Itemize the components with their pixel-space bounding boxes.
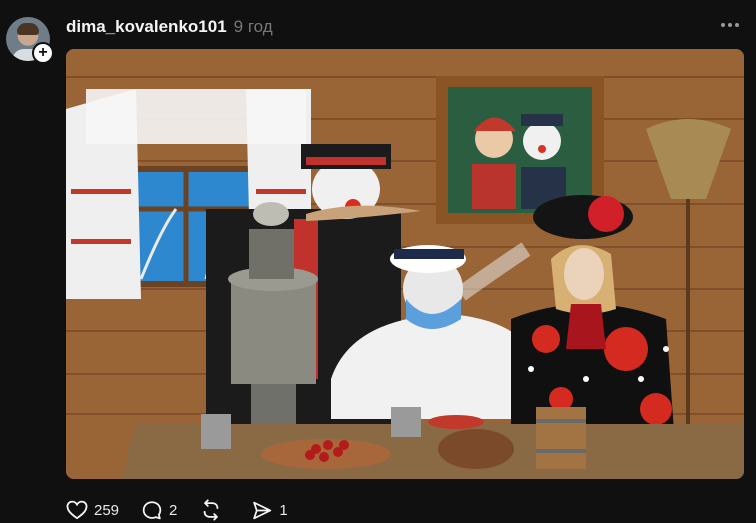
post-timestamp: 9 год bbox=[233, 17, 273, 36]
share-count: 1 bbox=[279, 501, 288, 519]
comment-count: 2 bbox=[169, 501, 178, 519]
post-image[interactable] bbox=[66, 49, 744, 479]
heart-icon bbox=[66, 500, 88, 520]
comment-button[interactable]: 2 bbox=[141, 500, 177, 521]
comment-icon bbox=[142, 500, 162, 519]
author-username[interactable]: dima_kovalenko101 bbox=[66, 17, 227, 37]
like-button[interactable]: 259 bbox=[66, 500, 119, 520]
post-actions: 259 2 1 bbox=[66, 498, 310, 522]
post-card: + dima_kovalenko101 9 год 259 2 1 bbox=[0, 0, 756, 523]
like-count: 259 bbox=[94, 501, 120, 519]
send-icon bbox=[253, 501, 272, 519]
more-options-icon[interactable] bbox=[718, 15, 742, 35]
share-button[interactable]: 1 bbox=[251, 500, 288, 521]
follow-plus-icon[interactable]: + bbox=[32, 42, 54, 64]
repost-icon bbox=[204, 499, 219, 521]
author-avatar[interactable]: + bbox=[6, 17, 54, 64]
post-header: dima_kovalenko101 9 год bbox=[66, 17, 273, 39]
repost-button[interactable] bbox=[199, 499, 229, 521]
post-image-illustration bbox=[66, 49, 744, 479]
